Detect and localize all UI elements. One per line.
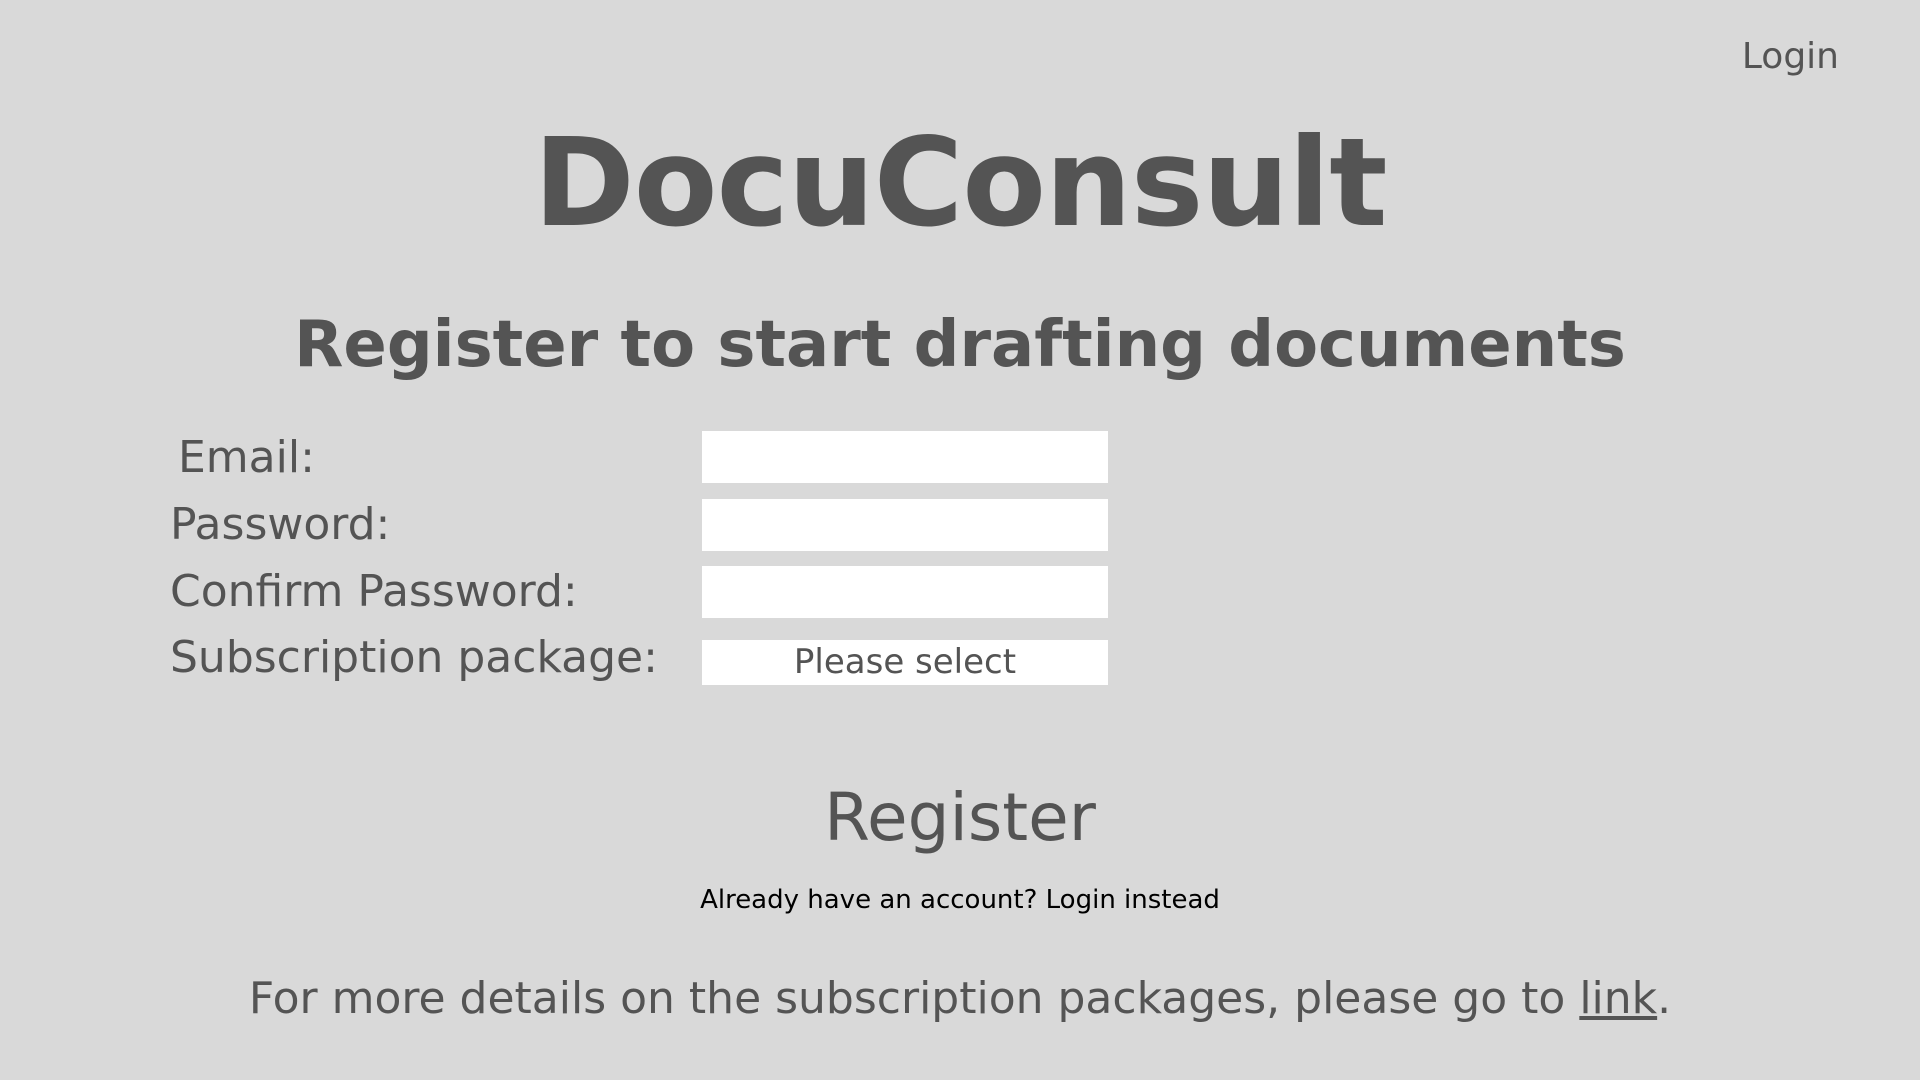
subscription-package-selected-value: Please select	[793, 642, 1017, 682]
app-title: DocuConsult	[533, 112, 1387, 254]
register-button[interactable]: Register	[0, 775, 1920, 861]
register-button-label: Register	[824, 779, 1096, 856]
footer-text-after: .	[1657, 973, 1672, 1024]
email-field[interactable]	[702, 431, 1108, 483]
confirm-password-label: Confirm Password:	[170, 566, 578, 617]
password-label: Password:	[170, 499, 391, 550]
footer-text-before: For more details on the subscription pac…	[248, 973, 1580, 1024]
subscription-details-note: For more details on the subscription pac…	[0, 968, 1920, 1030]
confirm-password-field[interactable]	[702, 566, 1108, 618]
email-label: Email:	[178, 432, 315, 483]
page-subtitle: Register to start drafting documents	[294, 308, 1626, 382]
password-field[interactable]	[702, 499, 1108, 551]
subscription-package-select[interactable]: Please select	[702, 640, 1108, 685]
login-link[interactable]: Login	[1742, 36, 1839, 77]
subscription-package-label: Subscription package:	[170, 632, 658, 683]
subscription-details-link[interactable]: link	[1579, 973, 1657, 1024]
login-instead-link[interactable]: Already have an account? Login instead	[0, 881, 1920, 919]
